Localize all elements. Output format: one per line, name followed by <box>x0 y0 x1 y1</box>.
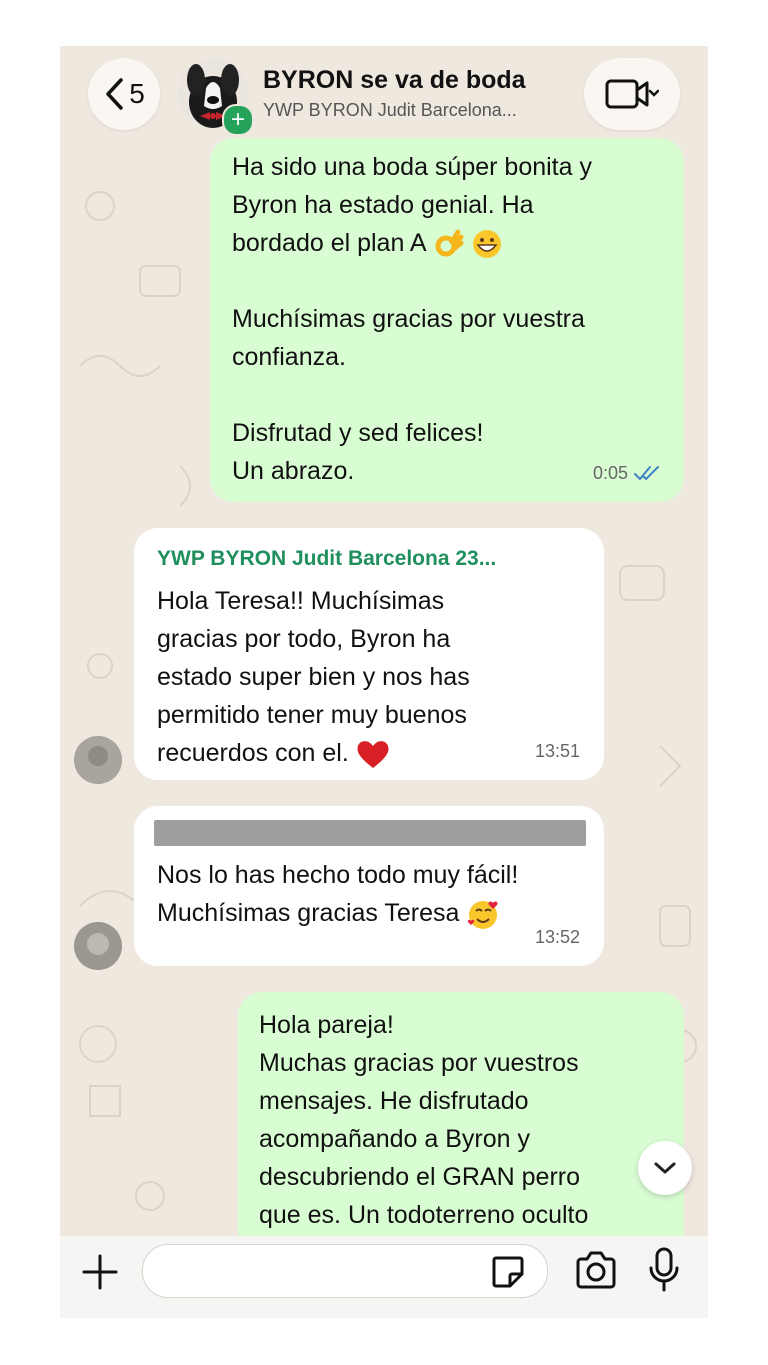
message-time: 13:52 <box>534 927 580 947</box>
video-call-button[interactable] <box>584 58 680 130</box>
message-line: estado super bien y nos has <box>157 663 470 691</box>
message-line: Hola pareja! <box>259 1011 394 1039</box>
message-line: Hola Teresa!! Muchísimas <box>157 587 445 615</box>
message-meta: 0:05 <box>593 454 660 492</box>
message-line: Muchísimas gracias por vuestra <box>232 305 585 333</box>
microphone-icon <box>649 1247 679 1292</box>
message-line: Ha sido una boda súper bonita y <box>232 153 592 181</box>
message-line: descubriendo el GRAN perro <box>259 1163 580 1191</box>
message-text: recuerdos con el. <box>157 739 349 767</box>
camera-icon <box>576 1251 616 1289</box>
message-line: Nos lo has hecho todo muy fácil! <box>157 861 519 889</box>
message-line: Byron ha estado genial. Ha <box>232 191 534 219</box>
chat-title-block[interactable]: BYRON se va de boda YWP BYRON Judit Barc… <box>263 66 583 121</box>
message-meta: 13:52 <box>535 918 580 956</box>
message-meta: 13:51 <box>535 732 580 770</box>
sticker-button[interactable] <box>490 1254 526 1290</box>
message-input[interactable] <box>142 1244 548 1298</box>
message-text: Muchísimas gracias Teresa <box>157 899 460 927</box>
message-line: confianza. <box>232 343 346 371</box>
group-avatar[interactable]: + <box>178 58 254 136</box>
back-chevron-icon <box>106 78 123 110</box>
message-time: 0:05 <box>592 463 628 483</box>
sender-name: YWP BYRON Judit Barcelona 23... <box>157 547 497 570</box>
chat-screen: 5 + BYRON se va de boda YWP BYRON Judit <box>60 46 708 1318</box>
camera-button[interactable] <box>574 1250 618 1294</box>
message-line: Muchas gracias por vuestros <box>259 1049 579 1077</box>
scroll-to-bottom-button[interactable] <box>638 1141 692 1195</box>
red-heart-emoji <box>357 741 389 769</box>
chat-header: 5 + BYRON se va de boda YWP BYRON Judit <box>60 46 708 146</box>
smiling-hearts-emoji <box>468 901 498 930</box>
sender-avatar[interactable] <box>74 922 122 970</box>
redacted-sender-name <box>154 820 586 846</box>
unread-count: 5 <box>129 78 145 109</box>
back-button[interactable]: 5 <box>88 58 160 130</box>
attach-button[interactable] <box>78 1250 122 1294</box>
message-line-with-emoji: recuerdos con el. <box>157 734 496 772</box>
video-call-icon <box>605 79 659 109</box>
double-check-icon <box>634 466 659 481</box>
add-participant-badge[interactable]: + <box>222 104 254 136</box>
ok-hand-emoji <box>435 229 464 257</box>
message-line-with-emoji: Muchísimas gracias Teresa <box>157 894 518 932</box>
microphone-button[interactable] <box>644 1246 684 1294</box>
outgoing-message[interactable]: Ha sido una boda súper bonita y Byron ha… <box>210 138 684 502</box>
message-line: acompañando a Byron y <box>259 1125 531 1153</box>
grinning-emoji <box>473 230 502 259</box>
chevron-down-icon <box>654 1162 676 1174</box>
incoming-message[interactable]: YWP BYRON Judit Barcelona 23... Hola Ter… <box>134 528 604 780</box>
message-line: permitido tener muy buenos <box>157 701 467 729</box>
chat-title: BYRON se va de boda <box>263 66 526 94</box>
message-time: 13:51 <box>534 741 580 761</box>
message-line-with-emoji: bordado el plan A <box>232 224 592 262</box>
plus-icon <box>82 1254 118 1290</box>
message-line: Un abrazo. <box>232 457 355 485</box>
incoming-message[interactable]: Nos lo has hecho todo muy fácil! Muchísi… <box>134 806 604 966</box>
sender-avatar[interactable] <box>74 736 122 784</box>
message-line: Disfrutad y sed felices! <box>232 419 484 447</box>
message-line: que es. Un todoterreno oculto <box>259 1201 589 1229</box>
message-line: gracias por todo, Byron ha <box>157 625 451 653</box>
sticker-icon <box>492 1256 524 1288</box>
message-line: mensajes. He disfrutado <box>259 1087 529 1115</box>
chat-subtitle: YWP BYRON Judit Barcelona... <box>263 100 517 120</box>
message-text: bordado el plan A <box>232 229 426 257</box>
message-input-bar <box>60 1236 708 1318</box>
